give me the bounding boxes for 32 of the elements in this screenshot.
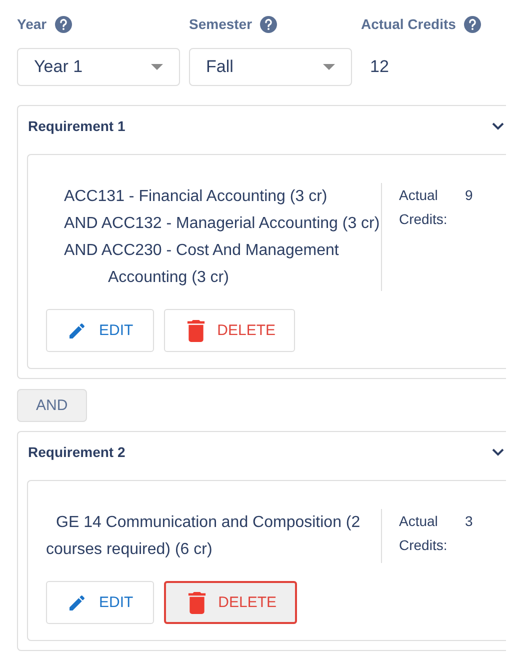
pencil-icon bbox=[67, 592, 87, 612]
field-label: Actual Credits bbox=[361, 16, 456, 32]
requirement-title: Requirement 2 bbox=[28, 444, 126, 460]
caret-icon bbox=[323, 64, 335, 70]
help-icon[interactable] bbox=[464, 16, 481, 32]
chevron-icon[interactable] bbox=[492, 122, 504, 130]
trash-icon bbox=[187, 320, 206, 342]
connector-button[interactable]: AND bbox=[17, 389, 87, 422]
edit-button[interactable]: EDIT bbox=[46, 581, 154, 624]
delete-button[interactable]: DELETE bbox=[164, 309, 295, 352]
course-text: AND ACC132 - Managerial Accounting (3 cr) bbox=[64, 214, 381, 234]
caret-icon bbox=[151, 64, 163, 70]
field-label: Year bbox=[17, 16, 47, 32]
course-text: AND ACC230 - Cost And Management Accounting (3 cr) bbox=[64, 241, 340, 288]
help-icon[interactable] bbox=[54, 16, 72, 32]
help-icon[interactable] bbox=[260, 16, 278, 32]
trash-icon bbox=[188, 592, 206, 614]
credits-label: Actual Credits: bbox=[399, 186, 447, 229]
credits-value: 12 bbox=[369, 56, 390, 78]
credits-value: 9 bbox=[465, 186, 473, 205]
course-text: ACC131 - Financial Accounting (3 cr) bbox=[64, 187, 328, 207]
field-label: Semester bbox=[189, 16, 252, 32]
requirement-title: Requirement 1 bbox=[28, 118, 126, 134]
course-text: GE 14 Communication and Composition (2 courses required) (6 cr) bbox=[46, 513, 362, 560]
select-field[interactable]: Year 1 bbox=[17, 48, 180, 86]
select-field[interactable]: Fall bbox=[189, 48, 352, 86]
pencil-icon bbox=[67, 320, 87, 340]
credits-value: 3 bbox=[465, 512, 473, 531]
edit-button[interactable]: EDIT bbox=[46, 309, 154, 352]
credits-label: Actual Credits: bbox=[399, 512, 447, 555]
delete-button[interactable]: DELETE bbox=[164, 581, 297, 624]
chevron-icon[interactable] bbox=[492, 448, 504, 456]
